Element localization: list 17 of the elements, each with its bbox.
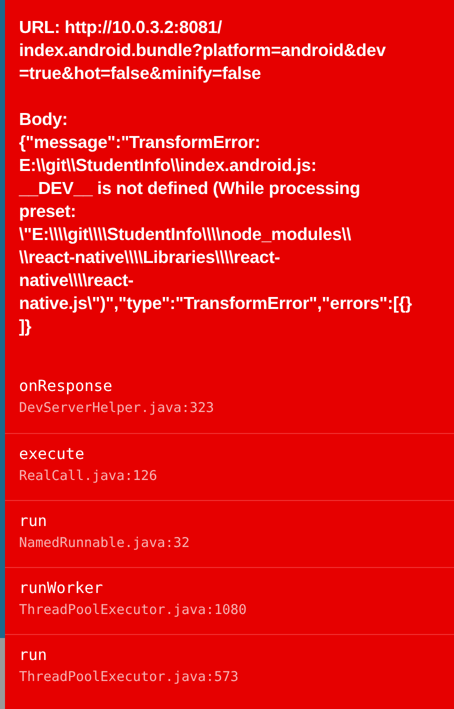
stack-frame[interactable]: run NamedRunnable.java:32 <box>5 500 454 567</box>
frame-location: ThreadPoolExecutor.java:573 <box>19 668 238 686</box>
frame-method: onResponse <box>19 376 112 396</box>
frame-location: RealCall.java:126 <box>19 467 158 485</box>
frame-location: NamedRunnable.java:32 <box>19 534 190 552</box>
frame-location: ThreadPoolExecutor.java:1080 <box>19 601 247 619</box>
stack-frame[interactable]: execute RealCall.java:126 <box>5 433 454 500</box>
frame-method: run <box>19 645 47 665</box>
error-body: Body: {"message":"TransformError: E:\\git\\StudentInfo\\index.android.js: __DEV__ is not defined (While processing preset: \"E:\\\\git\\\\StudentInfo\\\\node_modules\\ \\react-native\\\\Libraries\\\\react- native\\\\react- native.js\")","type":"TransformError","errors":[{} ]} <box>18 108 412 338</box>
stack-frame[interactable]: runWorker ThreadPoolExecutor.java:1080 <box>5 567 454 634</box>
frame-method: execute <box>19 444 84 464</box>
frame-method: run <box>19 511 47 531</box>
error-url: URL: http://10.0.3.2:8081/ index.android.bundle?platform=android&dev =true&hot=false&minify=false <box>18 16 386 85</box>
frame-location: DevServerHelper.java:323 <box>19 399 214 417</box>
stack-frame[interactable]: run ThreadPoolExecutor.java:573 <box>5 634 454 701</box>
stack-frame[interactable]: onResponse DevServerHelper.java:323 <box>5 366 454 433</box>
frame-method: runWorker <box>19 578 103 598</box>
